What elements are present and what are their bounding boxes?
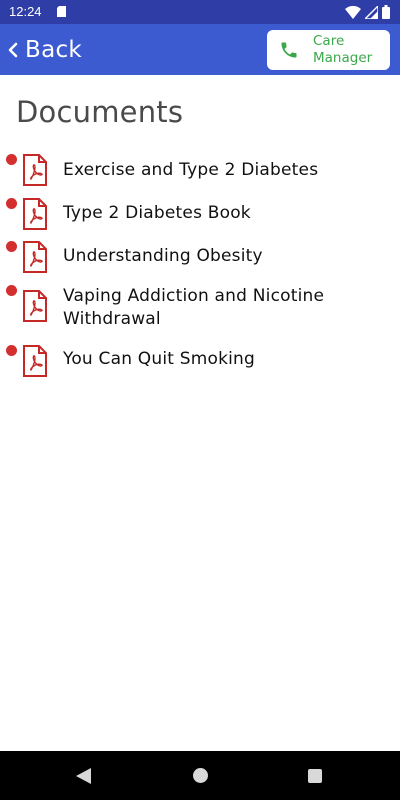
unread-indicator — [6, 154, 17, 165]
pdf-icon — [23, 154, 47, 186]
system-nav-bar — [0, 751, 400, 800]
wifi-icon — [345, 5, 361, 19]
back-button[interactable]: Back — [6, 24, 82, 75]
unread-indicator — [6, 241, 17, 252]
pdf-icon — [23, 241, 47, 273]
back-icon[interactable] — [76, 768, 91, 784]
pdf-icon — [23, 290, 47, 322]
document-title: Vaping Addiction and Nicotine Withdrawal — [63, 286, 325, 329]
document-title: Understanding Obesity — [63, 246, 263, 266]
unread-indicator — [6, 345, 17, 356]
document-title: You Can Quit Smoking — [63, 349, 256, 369]
recents-icon[interactable] — [308, 769, 322, 783]
pdf-icon — [23, 198, 47, 230]
sd-card-icon — [57, 6, 66, 17]
status-bar: 12:24 — [0, 0, 400, 24]
back-label: Back — [25, 36, 83, 63]
phone-icon — [281, 42, 297, 58]
signal-icon — [365, 5, 378, 19]
status-icons — [345, 5, 390, 19]
page-title: Documents — [16, 95, 184, 129]
battery-icon — [382, 5, 390, 19]
home-icon[interactable] — [193, 768, 208, 783]
chevron-left-icon — [8, 42, 18, 57]
document-title: Type 2 Diabetes Book — [63, 203, 251, 223]
app-bar: Back Care Manager — [0, 24, 400, 75]
care-manager-button[interactable]: Care Manager — [267, 30, 390, 70]
care-manager-label: Care Manager — [313, 33, 373, 66]
status-time: 12:24 — [9, 4, 42, 19]
unread-indicator — [6, 198, 17, 209]
pdf-icon — [23, 345, 47, 377]
document-title: Exercise and Type 2 Diabetes — [63, 160, 319, 180]
unread-indicator — [6, 285, 17, 296]
